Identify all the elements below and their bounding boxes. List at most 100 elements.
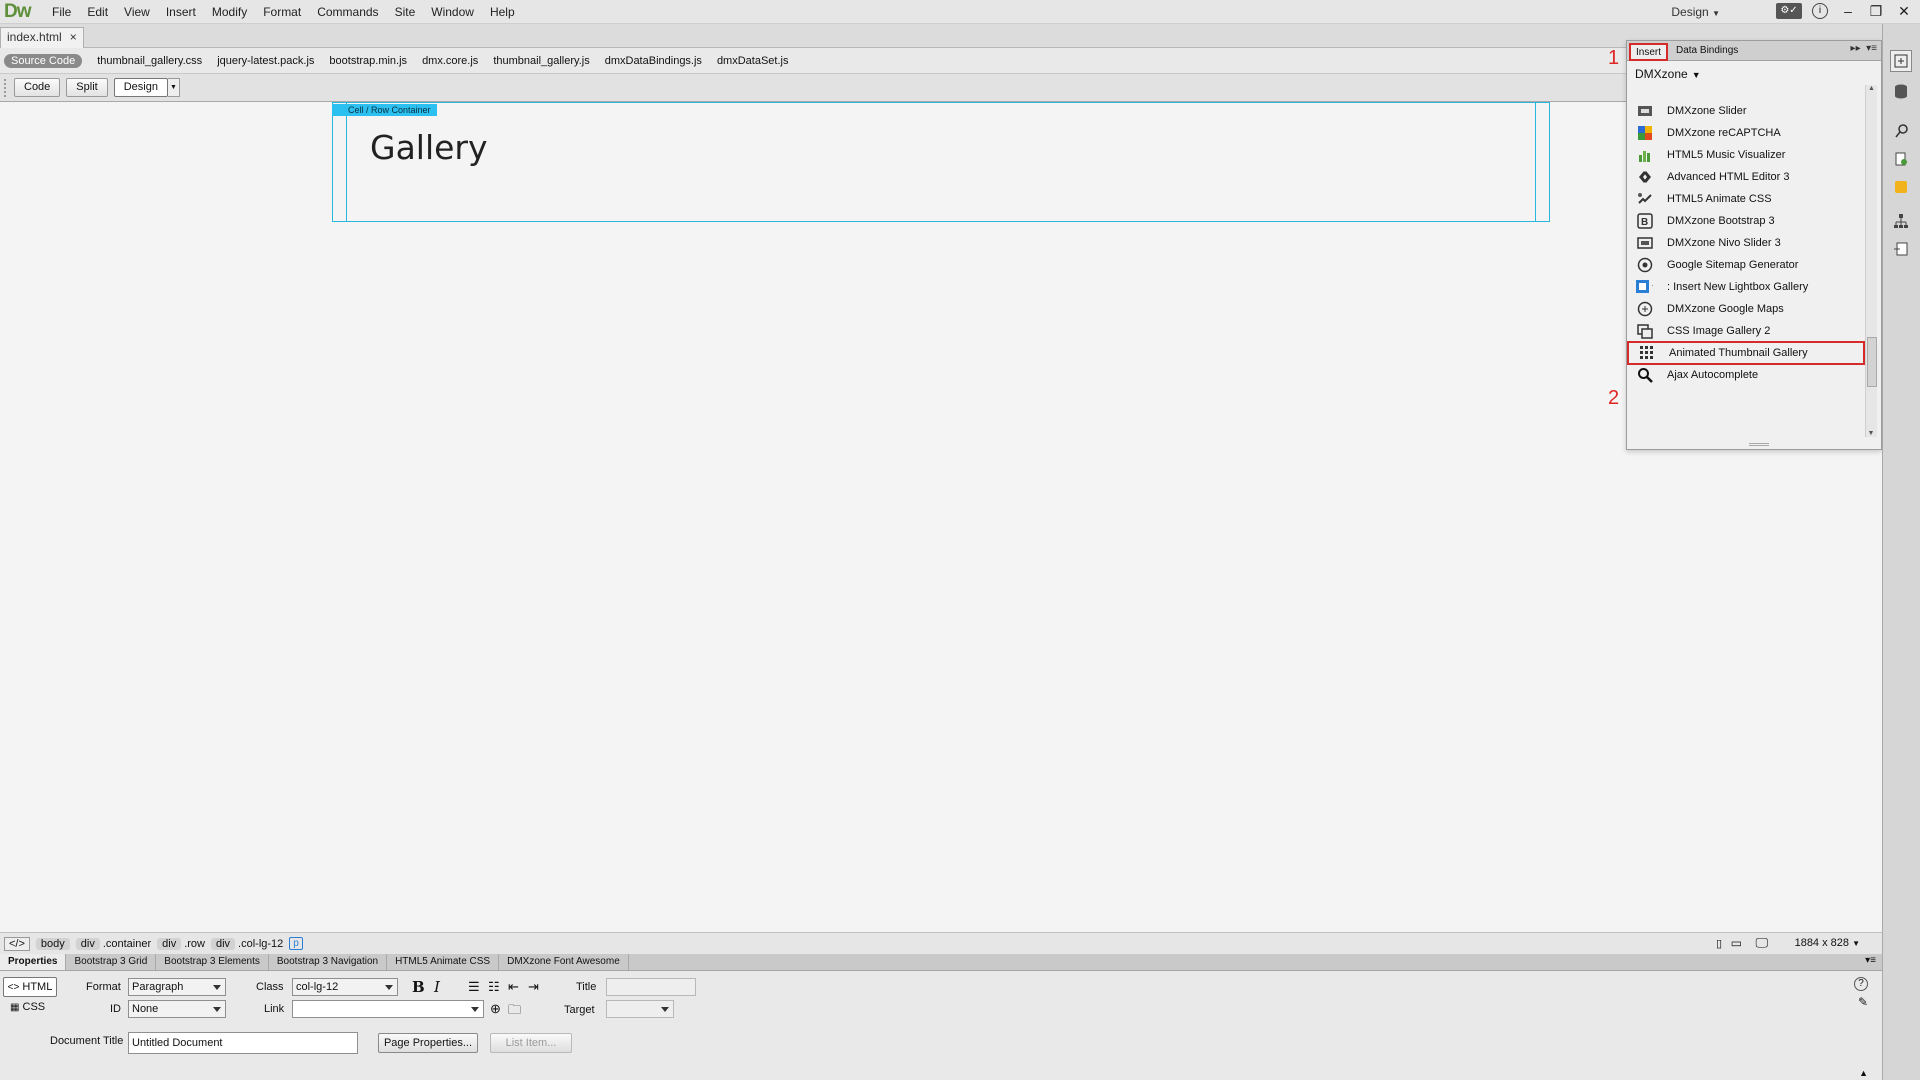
breadcrumb-tag[interactable]: body bbox=[35, 937, 70, 950]
category-dropdown[interactable]: DMXzone ▼ bbox=[1635, 67, 1701, 81]
design-view[interactable]: Cell / Row Container Gallery bbox=[0, 102, 1626, 932]
insert-item[interactable]: Google Sitemap Generator bbox=[1627, 253, 1865, 277]
point-to-file-icon[interactable]: ⊕ bbox=[490, 1001, 501, 1017]
menu-help[interactable]: Help bbox=[482, 0, 523, 24]
insert-item[interactable]: : Insert New Lightbox Gallery bbox=[1627, 275, 1865, 299]
breadcrumb-tag[interactable]: div bbox=[210, 937, 236, 950]
collapse-icon[interactable]: ▲ bbox=[1859, 1068, 1868, 1078]
css-mode-button[interactable]: ▦ CSS bbox=[10, 1001, 45, 1013]
maximize-icon[interactable]: ❐ bbox=[1862, 0, 1890, 22]
menu-commands[interactable]: Commands bbox=[309, 0, 386, 24]
menu-insert[interactable]: Insert bbox=[158, 0, 204, 24]
insert-item[interactable]: Advanced HTML Editor 3 bbox=[1627, 165, 1865, 189]
insert-item[interactable]: Animated Thumbnail Gallery bbox=[1627, 341, 1865, 365]
insert-item[interactable]: B DMXzone Bootstrap 3 bbox=[1627, 209, 1865, 233]
bold-icon[interactable]: B bbox=[412, 978, 425, 996]
related-file-link[interactable]: thumbnail_gallery.js bbox=[493, 55, 589, 67]
insert-item[interactable]: HTML5 Music Visualizer bbox=[1627, 143, 1865, 167]
page-properties-button[interactable]: Page Properties... bbox=[378, 1033, 478, 1053]
related-file-link[interactable]: thumbnail_gallery.css bbox=[97, 55, 202, 67]
properties-tab[interactable]: Properties bbox=[0, 954, 67, 970]
assets-icon[interactable] bbox=[1890, 176, 1912, 198]
related-file-link[interactable]: jquery-latest.pack.js bbox=[217, 55, 314, 67]
tablet-size-icon[interactable]: ▭ bbox=[1731, 936, 1742, 950]
insert-item[interactable]: DMXzone reCAPTCHA bbox=[1627, 121, 1865, 145]
tab-data-bindings[interactable]: Data Bindings bbox=[1671, 43, 1743, 61]
breadcrumb-class[interactable]: .col-lg-12 bbox=[238, 938, 283, 950]
related-file-link[interactable]: dmxDataSet.js bbox=[717, 55, 789, 67]
target-select[interactable] bbox=[606, 1000, 674, 1018]
properties-tab[interactable]: HTML5 Animate CSS bbox=[387, 954, 500, 970]
indent-icon[interactable]: ⇥ bbox=[528, 979, 539, 995]
insert-item[interactable]: Ajax Autocomplete bbox=[1627, 363, 1865, 387]
document-title-input[interactable]: Untitled Document bbox=[128, 1032, 358, 1054]
tab-insert[interactable]: Insert bbox=[1629, 43, 1669, 61]
files-icon[interactable] bbox=[1890, 148, 1912, 170]
class-select[interactable]: col-lg-12 bbox=[292, 978, 398, 996]
related-file-link[interactable]: bootstrap.min.js bbox=[329, 55, 407, 67]
insert-panel-icon[interactable] bbox=[1890, 50, 1912, 72]
ordered-list-icon[interactable]: ☷ bbox=[488, 979, 500, 995]
panel-resize-grip[interactable] bbox=[1749, 443, 1769, 446]
menu-format[interactable]: Format bbox=[255, 0, 309, 24]
tag-selector-icon[interactable]: </> bbox=[4, 936, 30, 951]
source-code-button[interactable]: Source Code bbox=[4, 53, 83, 68]
title-input[interactable] bbox=[606, 978, 696, 996]
html-mode-button[interactable]: <> HTML bbox=[3, 977, 57, 997]
sync-settings-icon[interactable]: ⚙✓ bbox=[1776, 3, 1802, 19]
desktop-size-icon[interactable]: 🖵 bbox=[1755, 935, 1768, 951]
panel-menu-icon[interactable]: ▾≡ bbox=[1865, 955, 1876, 966]
insert-item[interactable]: DMXzone Nivo Slider 3 bbox=[1627, 231, 1865, 255]
minimize-icon[interactable]: – bbox=[1834, 0, 1862, 22]
breadcrumb-class[interactable]: .container bbox=[103, 938, 151, 950]
menu-modify[interactable]: Modify bbox=[204, 0, 255, 24]
help-icon[interactable]: ? bbox=[1854, 977, 1868, 991]
menu-view[interactable]: View bbox=[116, 0, 158, 24]
info-icon[interactable]: i bbox=[1812, 3, 1828, 19]
close-icon[interactable]: × bbox=[70, 30, 77, 44]
outdent-icon[interactable]: ⇤ bbox=[508, 979, 519, 995]
related-file-link[interactable]: dmxDataBindings.js bbox=[605, 55, 702, 67]
browse-folder-icon[interactable]: 🗀 bbox=[508, 1001, 521, 1023]
scroll-up-icon[interactable]: ▲ bbox=[1866, 85, 1877, 92]
menu-edit[interactable]: Edit bbox=[79, 0, 116, 24]
scrollbar-thumb[interactable] bbox=[1867, 337, 1877, 387]
link-input[interactable] bbox=[292, 1000, 484, 1018]
properties-tab[interactable]: Bootstrap 3 Grid bbox=[66, 954, 157, 970]
mobile-size-icon[interactable]: ▯ bbox=[1716, 937, 1722, 950]
view-dropdown-icon[interactable]: ▼ bbox=[167, 78, 180, 97]
insert-item[interactable]: DMXzone Google Maps bbox=[1627, 297, 1865, 321]
close-window-icon[interactable]: ✕ bbox=[1890, 0, 1918, 22]
menu-window[interactable]: Window bbox=[423, 0, 482, 24]
properties-tab[interactable]: DMXzone Font Awesome bbox=[499, 954, 629, 970]
breadcrumb-tag[interactable]: div bbox=[75, 937, 100, 950]
breadcrumb-tag[interactable]: div bbox=[157, 937, 182, 950]
panel-scrollbar[interactable]: ▲ ▼ bbox=[1865, 85, 1877, 437]
breadcrumb-current-tag[interactable]: p bbox=[289, 937, 303, 950]
properties-tab[interactable]: Bootstrap 3 Elements bbox=[156, 954, 269, 970]
insert-item[interactable]: HTML5 Animate CSS bbox=[1627, 187, 1865, 211]
breadcrumb-class[interactable]: .row bbox=[184, 938, 205, 950]
database-icon[interactable] bbox=[1890, 80, 1912, 102]
site-map-icon[interactable] bbox=[1890, 210, 1912, 232]
menu-file[interactable]: File bbox=[44, 0, 79, 24]
split-view-button[interactable]: Split bbox=[66, 78, 108, 97]
design-view-button[interactable]: Design bbox=[113, 78, 168, 97]
id-select[interactable]: None bbox=[128, 1000, 226, 1018]
scroll-down-icon[interactable]: ▼ bbox=[1866, 430, 1876, 437]
code-view-button[interactable]: Code bbox=[14, 78, 61, 97]
document-tab[interactable]: index.html × bbox=[0, 27, 84, 48]
unordered-list-icon[interactable]: ☰ bbox=[468, 979, 480, 995]
italic-icon[interactable]: I bbox=[434, 978, 440, 996]
insert-item[interactable]: DMXzone Slider bbox=[1627, 99, 1865, 123]
properties-tab[interactable]: Bootstrap 3 Navigation bbox=[269, 954, 388, 970]
workspace-switcher[interactable]: Design ▼ bbox=[1671, 0, 1720, 26]
related-file-link[interactable]: dmx.core.js bbox=[422, 55, 478, 67]
format-select[interactable]: Paragraph bbox=[128, 978, 226, 996]
cell-row-container-tag[interactable]: Cell / Row Container bbox=[332, 104, 437, 116]
snippets-icon[interactable] bbox=[1890, 238, 1912, 260]
window-size[interactable]: 1884 x 828 ▼ bbox=[1795, 937, 1860, 949]
code-inspector-icon[interactable] bbox=[1890, 120, 1912, 142]
gallery-heading[interactable]: Gallery bbox=[370, 128, 488, 167]
panel-menu-icon[interactable]: ▸▸ ▾≡ bbox=[1851, 43, 1877, 54]
